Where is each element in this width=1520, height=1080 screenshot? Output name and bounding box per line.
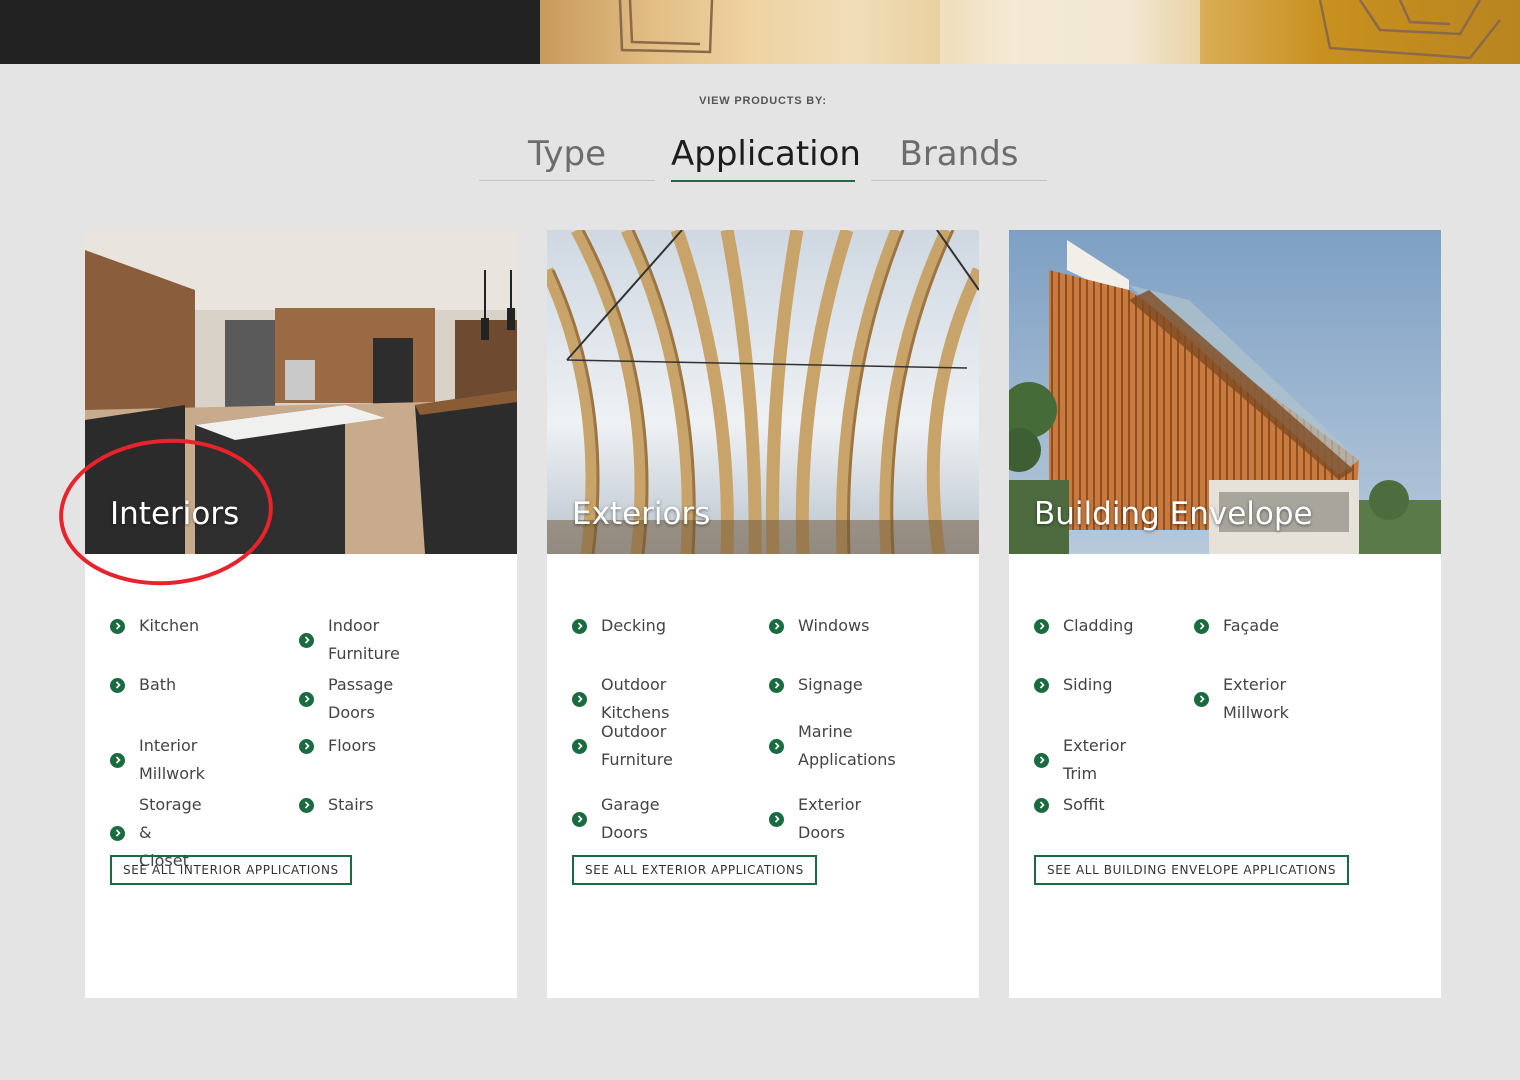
link-label: Interior Millwork: [139, 736, 205, 783]
chevron-right-circle-icon: [769, 811, 784, 827]
card-title-exteriors: Exteriors: [572, 496, 711, 532]
hero-banner-dark-panel: [0, 0, 540, 64]
link-interior-millwork[interactable]: Interior Millwork: [110, 732, 205, 788]
chevron-right-circle-icon: [299, 632, 314, 648]
chevron-right-circle-icon: [110, 677, 125, 693]
link-label: Façade: [1223, 616, 1280, 635]
chevron-right-circle-icon: [1194, 691, 1209, 707]
chevron-right-circle-icon: [1034, 677, 1049, 693]
chevron-right-circle-icon: [1034, 797, 1049, 813]
chevron-right-circle-icon: [299, 797, 314, 813]
link-passage-doors[interactable]: Passage Doors: [299, 671, 393, 727]
see-all-interior-button[interactable]: SEE ALL INTERIOR APPLICATIONS: [110, 855, 352, 885]
link-label: Cladding: [1063, 616, 1134, 635]
chevron-right-circle-icon: [769, 738, 784, 754]
chevron-right-circle-icon: [299, 691, 314, 707]
chevron-right-circle-icon: [572, 691, 587, 707]
link-label: Stairs: [328, 795, 374, 814]
link-stairs[interactable]: Stairs: [299, 791, 374, 819]
chevron-right-circle-icon: [572, 811, 587, 827]
building-envelope-image[interactable]: Building Envelope: [1009, 230, 1441, 554]
link-signage[interactable]: Signage: [769, 671, 863, 699]
chevron-right-circle-icon: [110, 825, 125, 841]
link-facade[interactable]: Façade: [1194, 612, 1279, 640]
chevron-right-circle-icon: [1034, 618, 1049, 634]
interiors-image[interactable]: Interiors: [85, 230, 517, 554]
chevron-right-circle-icon: [769, 677, 784, 693]
link-label: Windows: [798, 616, 870, 635]
tab-application[interactable]: Application: [671, 128, 861, 182]
link-label: Indoor Furniture: [328, 616, 400, 663]
link-label: Siding: [1063, 675, 1113, 694]
card-exteriors: Exteriors Decking Outdoor Kitchens Outdo…: [547, 230, 979, 998]
link-label: Decking: [601, 616, 666, 635]
see-all-building-envelope-button[interactable]: SEE ALL BUILDING ENVELOPE APPLICATIONS: [1034, 855, 1350, 885]
card-title-interiors: Interiors: [110, 496, 240, 532]
link-label: Soffit: [1063, 795, 1105, 814]
chevron-right-circle-icon: [1194, 618, 1209, 634]
link-label: Exterior Trim: [1063, 736, 1127, 783]
link-kitchen[interactable]: Kitchen: [110, 612, 199, 640]
link-label: Exterior Millwork: [1223, 675, 1289, 722]
link-label: Exterior Doors: [798, 795, 862, 842]
exteriors-image[interactable]: Exteriors: [547, 230, 979, 554]
link-garage-doors[interactable]: Garage Doors: [572, 791, 660, 847]
link-label: Bath: [139, 675, 177, 694]
chevron-right-circle-icon: [299, 738, 314, 754]
link-outdoor-furniture[interactable]: Outdoor Furniture: [572, 718, 681, 774]
chevron-right-circle-icon: [110, 752, 125, 768]
chevron-right-circle-icon: [110, 618, 125, 634]
link-exterior-doors[interactable]: Exterior Doors: [769, 791, 861, 847]
link-indoor-furniture[interactable]: Indoor Furniture: [299, 612, 400, 668]
link-windows[interactable]: Windows: [769, 612, 869, 640]
link-label: Garage Doors: [601, 795, 660, 842]
hero-banner: [0, 0, 1520, 64]
tab-brands[interactable]: Brands: [871, 128, 1047, 181]
see-all-exterior-button[interactable]: SEE ALL EXTERIOR APPLICATIONS: [572, 855, 817, 885]
chevron-right-circle-icon: [769, 618, 784, 634]
link-soffit[interactable]: Soffit: [1034, 791, 1105, 819]
link-exterior-trim[interactable]: Exterior Trim: [1034, 732, 1126, 788]
link-floors[interactable]: Floors: [299, 732, 376, 760]
link-label: Kitchen: [139, 616, 200, 635]
link-decking[interactable]: Decking: [572, 612, 666, 640]
link-marine-applications[interactable]: Marine Applications: [769, 718, 908, 774]
link-bath[interactable]: Bath: [110, 671, 176, 699]
view-products-by-label: VIEW PRODUCTS BY:: [699, 95, 827, 107]
link-label: Passage Doors: [328, 675, 394, 722]
chevron-right-circle-icon: [1034, 752, 1049, 768]
link-label: Floors: [328, 736, 377, 755]
chevron-right-circle-icon: [572, 618, 587, 634]
link-exterior-millwork[interactable]: Exterior Millwork: [1194, 671, 1289, 727]
hero-banner-image: [540, 0, 1520, 64]
link-label: Outdoor Furniture: [601, 722, 673, 769]
link-label: Signage: [798, 675, 863, 694]
link-siding[interactable]: Siding: [1034, 671, 1113, 699]
card-title-building-envelope: Building Envelope: [1034, 496, 1313, 532]
tab-type[interactable]: Type: [479, 128, 655, 181]
card-interiors: Interiors Kitchen Bath Interior Millwork…: [85, 230, 517, 998]
chevron-right-circle-icon: [572, 738, 587, 754]
link-cladding[interactable]: Cladding: [1034, 612, 1133, 640]
card-building-envelope: Building Envelope Cladding Siding Exteri…: [1009, 230, 1441, 998]
link-label: Marine Applications: [798, 722, 896, 769]
